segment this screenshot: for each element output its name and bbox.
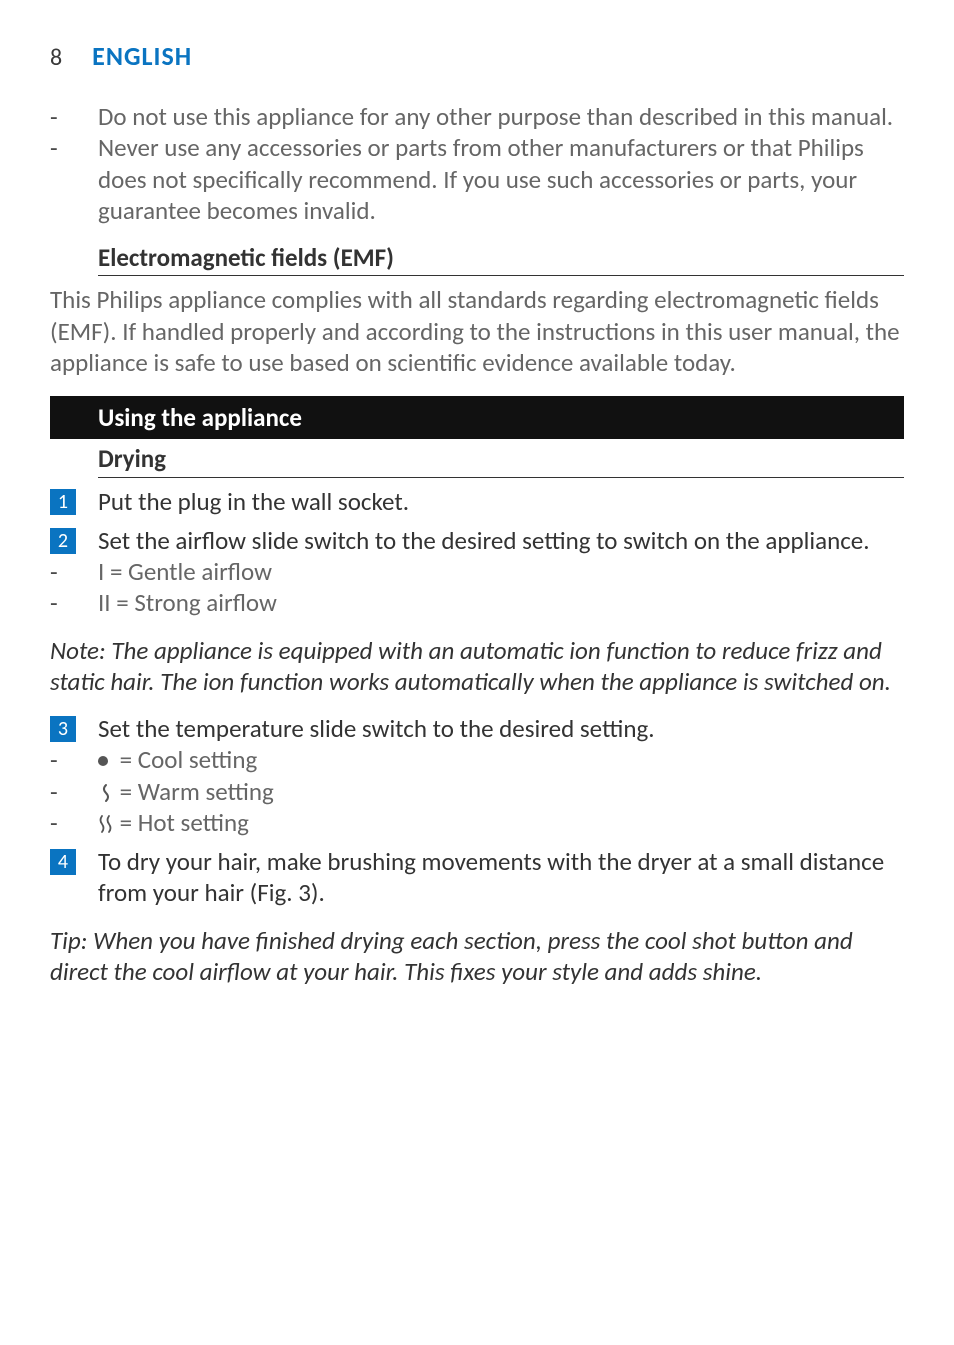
dash-bullet: - — [50, 556, 98, 587]
ion-note: Note: The appliance is equipped with an … — [50, 635, 904, 698]
warm-icon — [98, 776, 114, 807]
dash-bullet: - — [50, 807, 98, 838]
dash-bullet: - — [50, 744, 98, 775]
section-title-bar: Using the appliance — [50, 396, 904, 439]
emf-heading: Electromagnetic fields (EMF) — [98, 242, 904, 276]
drying-subheading: Drying — [98, 443, 904, 477]
emf-body: This Philips appliance complies with all… — [50, 284, 904, 378]
step-text: To dry your hair, make brushing movement… — [98, 846, 904, 909]
page-header: 8 ENGLISH — [50, 40, 904, 73]
option-text: = Cool setting — [98, 744, 904, 775]
hot-icon — [98, 807, 114, 838]
dash-bullet: - — [50, 101, 98, 132]
airflow-options: - I = Gentle airflow - II = Strong airfl… — [50, 556, 904, 619]
step-text: Set the airflow slide switch to the desi… — [98, 525, 904, 556]
list-item: - II = Strong airflow — [50, 587, 904, 618]
list-item: - Never use any accessories or parts fro… — [50, 132, 904, 226]
dash-bullet: - — [50, 776, 98, 807]
dash-bullet: - — [50, 132, 98, 226]
step-number-box: 3 — [50, 716, 76, 742]
list-item: - = Hot setting — [50, 807, 904, 838]
step-number-box: 1 — [50, 489, 76, 515]
option-label: = Cool setting — [114, 744, 257, 775]
step-item: 2 Set the airflow slide switch to the de… — [50, 525, 904, 556]
option-text: = Hot setting — [98, 807, 904, 838]
page-number: 8 — [50, 43, 62, 73]
option-label: = Hot setting — [114, 807, 249, 838]
cool-shot-tip: Tip: When you have finished drying each … — [50, 925, 904, 988]
cool-icon — [98, 744, 114, 775]
step-text: Put the plug in the wall socket. — [98, 486, 904, 517]
warning-list: - Do not use this appliance for any othe… — [50, 101, 904, 226]
option-text: II = Strong airflow — [98, 587, 904, 618]
step-item: 3 Set the temperature slide switch to th… — [50, 713, 904, 744]
step-item: 4 To dry your hair, make brushing moveme… — [50, 846, 904, 909]
list-item: - I = Gentle airflow — [50, 556, 904, 587]
option-label: = Warm setting — [114, 776, 274, 807]
temperature-options: - = Cool setting - = Warm setting - = Ho… — [50, 744, 904, 838]
step-number-box: 2 — [50, 528, 76, 554]
list-item: - = Warm setting — [50, 776, 904, 807]
option-text: I = Gentle airflow — [98, 556, 904, 587]
language-label: ENGLISH — [92, 40, 192, 73]
option-text: = Warm setting — [98, 776, 904, 807]
warning-text: Never use any accessories or parts from … — [98, 132, 904, 226]
step-item: 1 Put the plug in the wall socket. — [50, 486, 904, 517]
dash-bullet: - — [50, 587, 98, 618]
step-text: Set the temperature slide switch to the … — [98, 713, 904, 744]
step-number-box: 4 — [50, 849, 76, 875]
list-item: - Do not use this appliance for any othe… — [50, 101, 904, 132]
warning-text: Do not use this appliance for any other … — [98, 101, 904, 132]
list-item: - = Cool setting — [50, 744, 904, 775]
